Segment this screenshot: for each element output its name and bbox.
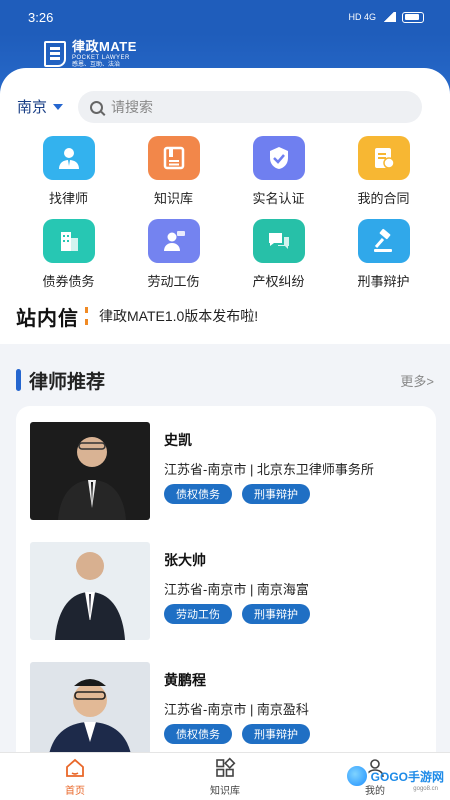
feature-property[interactable]: 产权纠纷 xyxy=(226,219,331,290)
app-tagline: POCKET LAWYER xyxy=(72,55,130,61)
building-icon xyxy=(42,219,95,263)
feature-label: 劳动工伤 xyxy=(147,274,200,289)
feature-labor[interactable]: 劳动工伤 xyxy=(121,219,226,290)
feature-label: 刑事辩护 xyxy=(357,274,410,289)
feature-contract[interactable]: 我的合同 xyxy=(331,136,436,207)
home-icon xyxy=(66,758,84,777)
signal-icon xyxy=(382,12,396,22)
notice-text: 律政MATE1.0版本发布啦! xyxy=(99,308,259,324)
lawyer-tag[interactable]: 刑事辩护 xyxy=(242,724,310,744)
lawyer-name: 黄鹏程 xyxy=(164,672,206,688)
feature-label: 实名认证 xyxy=(252,191,305,206)
caret-down-icon xyxy=(53,103,64,110)
lawyer-location: 江苏省-南京市 | 南京盈科 xyxy=(164,702,309,717)
feature-label: 找律师 xyxy=(48,191,88,206)
app-logo: 律政MATE POCKET LAWYER 感恩、互助、法治 xyxy=(44,40,137,68)
feature-label: 知识库 xyxy=(153,191,193,206)
network-label: HD 4G xyxy=(348,12,376,22)
lawyer-tag[interactable]: 刑事辩护 xyxy=(242,604,310,624)
lawyer-photo xyxy=(30,662,150,760)
status-icons: HD 4G xyxy=(348,11,424,23)
watermark-logo-icon xyxy=(344,764,369,788)
logo-mark-icon xyxy=(44,41,66,67)
worker-icon xyxy=(147,219,200,263)
grid-icon xyxy=(216,757,236,777)
watermark-url: gogo8.cn xyxy=(413,786,438,792)
status-bar: 3:26 HD 4G xyxy=(0,0,450,34)
city-selector[interactable]: 南京 xyxy=(17,96,64,117)
tab-home[interactable]: 首页 xyxy=(0,753,150,800)
lawyer-item[interactable]: 张大帅 江苏省-南京市 | 南京海富 劳动工伤 刑事辩护 xyxy=(30,542,430,642)
section-title: 律师推荐 xyxy=(29,371,106,393)
lawyer-tag[interactable]: 债权债务 xyxy=(164,724,232,744)
feature-label: 我的合同 xyxy=(357,191,410,206)
search-bar[interactable] xyxy=(78,91,422,123)
feature-label: 债券债务 xyxy=(42,274,95,289)
verify-icon xyxy=(252,136,305,180)
watermark: GOGO手游网 gogo8.cn xyxy=(344,764,444,792)
search-input[interactable] xyxy=(111,99,391,115)
lawyer-tag[interactable]: 债权债务 xyxy=(164,484,232,504)
tab-label: 知识库 xyxy=(210,785,240,797)
lawyer-location: 江苏省-南京市 | 北京东卫律师事务所 xyxy=(164,462,374,477)
city-label: 南京 xyxy=(17,99,48,116)
feature-grid: 找律师 知识库 实名认证 我的合同 债券债务 劳动工伤 产权纠纷 刑事辩护 xyxy=(16,136,436,290)
contract-icon xyxy=(357,136,410,180)
lawyer-name: 史凯 xyxy=(164,432,192,448)
section-accent-bar xyxy=(16,369,21,391)
notice-bar[interactable]: 站内信 律政MATE1.0版本发布啦! xyxy=(0,294,450,338)
lawyer-list: 史凯 江苏省-南京市 | 北京东卫律师事务所 债权债务 刑事辩护 张大帅 江苏省… xyxy=(16,406,436,766)
feature-knowledge[interactable]: 知识库 xyxy=(121,136,226,207)
tab-label: 首页 xyxy=(65,785,85,797)
tab-knowledge[interactable]: 知识库 xyxy=(150,753,300,800)
status-time: 3:26 xyxy=(28,9,54,25)
watermark-text: GOGO手游网 xyxy=(370,769,444,784)
feature-debt[interactable]: 债券债务 xyxy=(16,219,121,290)
lawyer-tag[interactable]: 劳动工伤 xyxy=(164,604,232,624)
lawyer-item[interactable]: 黄鹏程 江苏省-南京市 | 南京盈科 债权债务 刑事辩护 xyxy=(30,662,430,762)
feature-find-lawyer[interactable]: 找律师 xyxy=(16,136,121,207)
more-link[interactable]: 更多> xyxy=(400,371,434,390)
feature-verify[interactable]: 实名认证 xyxy=(226,136,331,207)
recommend-header: 律师推荐 更多> xyxy=(0,362,450,398)
chat-icon xyxy=(252,219,305,263)
lawyer-item[interactable]: 史凯 江苏省-南京市 | 北京东卫律师事务所 债权债务 刑事辩护 xyxy=(30,422,430,522)
feature-criminal[interactable]: 刑事辩护 xyxy=(331,219,436,290)
app-name: 律政MATE xyxy=(72,39,137,54)
notice-divider xyxy=(85,307,91,325)
battery-icon xyxy=(402,11,424,23)
gavel-icon xyxy=(357,219,410,263)
lawyer-icon xyxy=(42,136,95,180)
feature-label: 产权纠纷 xyxy=(252,274,305,289)
book-icon xyxy=(147,136,200,180)
search-icon xyxy=(90,100,103,114)
lawyer-photo xyxy=(30,422,150,520)
lawyer-tag[interactable]: 刑事辩护 xyxy=(242,484,310,504)
lawyer-name: 张大帅 xyxy=(164,552,206,568)
lawyer-photo xyxy=(30,542,150,640)
lawyer-location: 江苏省-南京市 | 南京海富 xyxy=(164,582,309,597)
notice-title: 站内信 xyxy=(16,307,79,330)
